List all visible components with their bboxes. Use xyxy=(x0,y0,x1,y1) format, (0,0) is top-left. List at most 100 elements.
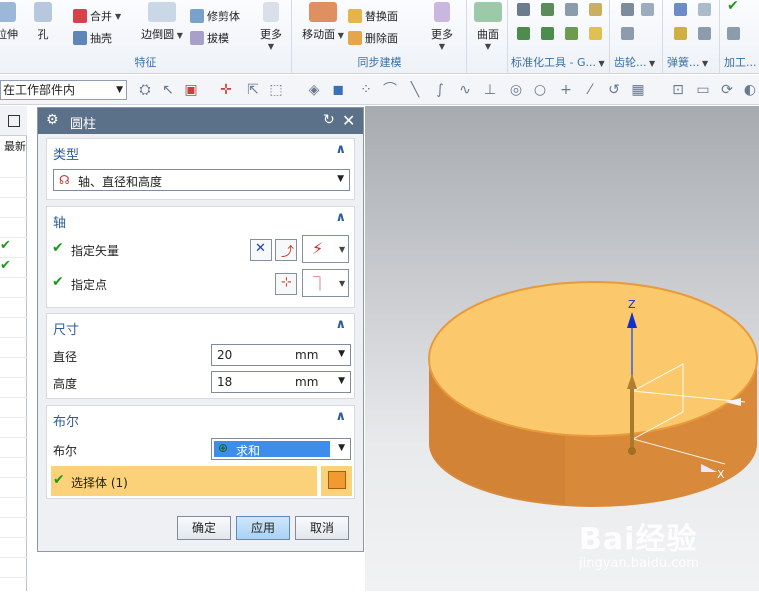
point-dialog-button[interactable]: ⊹ xyxy=(275,273,297,295)
draft-button[interactable]: 拔模 xyxy=(190,30,229,46)
apply-button[interactable]: 应用 xyxy=(236,516,290,540)
sync-more-button[interactable]: 更多 ▼ xyxy=(427,2,457,51)
bolt-icon[interactable] xyxy=(517,27,530,40)
ok-button[interactable]: 确定 xyxy=(177,516,231,540)
gear-tool-icon[interactable] xyxy=(641,3,654,16)
table-icon[interactable] xyxy=(565,3,578,16)
snap-icon[interactable]: ◈ xyxy=(306,82,322,98)
circle-center-icon[interactable]: ◎ xyxy=(508,82,524,98)
machining-doc-icon[interactable] xyxy=(727,27,740,40)
navigator-row[interactable] xyxy=(0,358,27,378)
navigator-row[interactable] xyxy=(0,278,27,298)
close-icon[interactable]: ✕ xyxy=(342,111,355,130)
check-icon[interactable]: ✔ xyxy=(727,0,739,14)
navigator-row[interactable] xyxy=(0,438,27,458)
grid-icon[interactable]: ▦ xyxy=(630,82,646,98)
circle-icon[interactable]: ○ xyxy=(532,82,548,98)
diameter-input[interactable]: 20 mm ▼ xyxy=(211,344,351,366)
navigator-row[interactable] xyxy=(0,518,27,538)
gear-icon[interactable]: ⚙ xyxy=(46,112,59,128)
type-section-header[interactable]: 类型 ∧ xyxy=(47,139,354,163)
nut-icon[interactable] xyxy=(565,27,578,40)
tangent-icon[interactable]: ⊥ xyxy=(482,82,498,98)
spring-group-label[interactable]: 弹簧... ▼ xyxy=(664,54,719,70)
navigator-row[interactable] xyxy=(0,378,27,398)
curve-icon[interactable]: ⌒ xyxy=(382,82,398,98)
crosshair-icon[interactable]: ✛ xyxy=(218,82,234,98)
vector-type-select[interactable]: ⚡ ▼ xyxy=(302,235,349,263)
navigator-row[interactable] xyxy=(0,178,27,198)
navigator-row[interactable] xyxy=(0,498,27,518)
maximize-icon[interactable] xyxy=(8,115,20,127)
reset-icon[interactable]: ↻ xyxy=(323,112,335,128)
gear-table-icon[interactable] xyxy=(621,27,634,40)
navigator-row[interactable] xyxy=(0,298,27,318)
delete-face-button[interactable]: 删除面 xyxy=(348,30,398,46)
gear-tool-icon[interactable] xyxy=(621,3,634,16)
cancel-button[interactable]: 取消 xyxy=(295,516,349,540)
plus-icon[interactable]: + xyxy=(558,82,574,98)
unite-button[interactable]: 合并 ▼ xyxy=(73,8,121,24)
navigator-row[interactable] xyxy=(0,158,27,178)
navigator-row[interactable] xyxy=(0,398,27,418)
navigator-row[interactable]: ✔ xyxy=(0,238,27,258)
gear-group-label[interactable]: 齿轮... ▼ xyxy=(611,54,662,70)
size-section-header[interactable]: 尺寸 ∧ xyxy=(47,314,354,338)
shell-button[interactable]: 抽壳 xyxy=(73,30,112,46)
extrude-button[interactable]: 拉伸 xyxy=(0,2,20,42)
spring-delete-icon[interactable] xyxy=(698,27,711,40)
dots-icon[interactable]: ⁘ xyxy=(358,82,374,98)
spring-doc-icon[interactable] xyxy=(674,3,687,16)
boolean-select[interactable]: ⊕ 求和 ▼ xyxy=(211,438,351,460)
select-arrow-icon[interactable]: ↖ xyxy=(160,82,176,98)
fit-view-icon[interactable]: ⊡ xyxy=(670,82,686,98)
spring-coil-icon[interactable] xyxy=(674,27,687,40)
render-icon[interactable]: ◐ xyxy=(742,82,758,98)
hole-button[interactable]: 孔 xyxy=(30,2,56,42)
navigator-row[interactable] xyxy=(0,478,27,498)
features-more-button[interactable]: 更多 ▼ xyxy=(256,2,286,51)
machining-group-label[interactable]: 加工... xyxy=(721,54,759,70)
navigator-row[interactable] xyxy=(0,318,27,338)
pin-icon[interactable] xyxy=(541,27,554,40)
spline-icon[interactable]: ∫ xyxy=(432,82,448,98)
replace-face-button[interactable]: 替换面 xyxy=(348,8,398,24)
cube-icon[interactable]: ◼ xyxy=(330,82,346,98)
rect-select-icon[interactable]: ⬚ xyxy=(268,82,284,98)
fastener-icon[interactable] xyxy=(517,3,530,16)
stack-icon[interactable] xyxy=(541,3,554,16)
cylinder-top-face[interactable] xyxy=(428,281,758,437)
navigator-row[interactable] xyxy=(0,198,27,218)
height-input[interactable]: 18 mm ▼ xyxy=(211,371,351,393)
navigator-row[interactable] xyxy=(0,218,27,238)
graphics-viewport[interactable]: Z X Bai经验 jingyan.baidu.com xyxy=(365,106,759,591)
vector-dialog-button[interactable]: ⤴ xyxy=(275,239,297,261)
boolean-section-header[interactable]: 布尔 ∧ xyxy=(47,406,354,430)
select-box-icon[interactable]: ▣ xyxy=(183,82,199,98)
rotate-icon[interactable]: ↺ xyxy=(606,82,622,98)
select-body-button[interactable] xyxy=(320,466,352,496)
doc-icon[interactable] xyxy=(589,3,602,16)
reverse-direction-button[interactable]: ✕ xyxy=(250,239,272,261)
navigator-row[interactable] xyxy=(0,418,27,438)
std-tools-group-label[interactable]: 标准化工具 - G... ▼ xyxy=(509,54,609,70)
move-face-button[interactable]: 移动面 ▼ xyxy=(302,2,344,42)
polyline-icon[interactable]: ∿ xyxy=(457,82,473,98)
pointer-icon[interactable]: ⇱ xyxy=(245,82,261,98)
surface-button[interactable]: 曲面 ▼ xyxy=(472,2,504,51)
line-icon[interactable]: ╲ xyxy=(407,82,423,98)
selection-scope-select[interactable]: 在工作部件内 ▼ xyxy=(0,80,127,100)
navigator-row[interactable] xyxy=(0,558,27,578)
window-icon[interactable]: ▭ xyxy=(695,82,711,98)
trim-body-button[interactable]: 修剪体 xyxy=(190,8,240,24)
navigator-row[interactable] xyxy=(0,458,27,478)
edge-blend-button[interactable]: 边倒圆 ▼ xyxy=(141,2,183,42)
select-body-row[interactable]: ✔ 选择体 (1) xyxy=(51,466,317,496)
dialog-title-bar[interactable]: ⚙ 圆柱 ↻ ✕ xyxy=(38,108,363,134)
point-type-select[interactable]: ⏋ ▼ xyxy=(302,269,349,297)
washer-icon[interactable] xyxy=(589,27,602,40)
type-select[interactable]: ☊ 轴、直径和高度 ▼ xyxy=(53,169,350,191)
filter-icon[interactable]: ⛭ xyxy=(137,82,153,98)
navigator-row[interactable] xyxy=(0,338,27,358)
axis-section-header[interactable]: 轴 ∧ xyxy=(47,207,354,231)
